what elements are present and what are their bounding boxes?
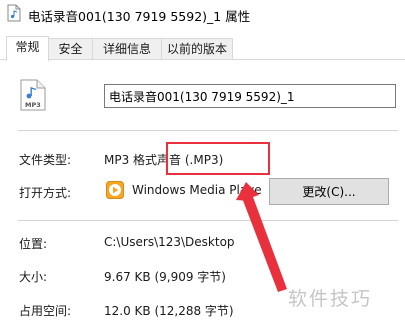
size-on-disk-value: 12.0 KB (12,288 字节) [104, 304, 234, 318]
tab-security[interactable]: 安全 [48, 38, 93, 60]
title-bar: 电话录音001(130 7919 5592)_1 属性 [0, 0, 405, 30]
tab-label: 常规 [15, 40, 40, 54]
tab-previous-versions[interactable]: 以前的版本 [161, 38, 233, 60]
tab-label: 详细信息 [102, 42, 151, 56]
opens-with-label: 打开方式: [19, 186, 72, 200]
tab-general[interactable]: 常规 [6, 36, 49, 61]
size-on-disk-label: 占用空间: [19, 304, 72, 318]
size-value: 9.67 KB (9,909 字节) [104, 270, 226, 284]
mp3-file-icon: MP3 [20, 79, 46, 111]
tab-label: 以前的版本 [166, 42, 227, 56]
size-label: 大小: [19, 270, 48, 284]
highlight-box [166, 142, 270, 175]
watermark-text: 软件技巧 [288, 288, 373, 310]
divider [18, 220, 398, 221]
tab-bar: 常规 安全 详细信息 以前的版本 [0, 36, 405, 61]
location-label: 位置: [19, 237, 48, 251]
properties-window: 电话录音001(130 7919 5592)_1 属性 常规 安全 详细信息 以… [0, 0, 405, 329]
opens-with-app: Windows Media Playe [132, 183, 262, 197]
window-title: 电话录音001(130 7919 5592)_1 属性 [28, 9, 251, 24]
divider [18, 130, 398, 131]
svg-text:MP3: MP3 [25, 101, 41, 109]
windows-media-player-icon [106, 181, 124, 199]
tab-label: 安全 [58, 42, 83, 56]
tab-details[interactable]: 详细信息 [92, 38, 162, 60]
file-name-field[interactable] [104, 84, 396, 108]
change-button[interactable]: 更改(C)... [269, 178, 389, 205]
location-value: C:\Users\123\Desktop [104, 235, 235, 249]
mp3-file-icon [7, 4, 21, 22]
file-type-label: 文件类型: [19, 153, 72, 167]
